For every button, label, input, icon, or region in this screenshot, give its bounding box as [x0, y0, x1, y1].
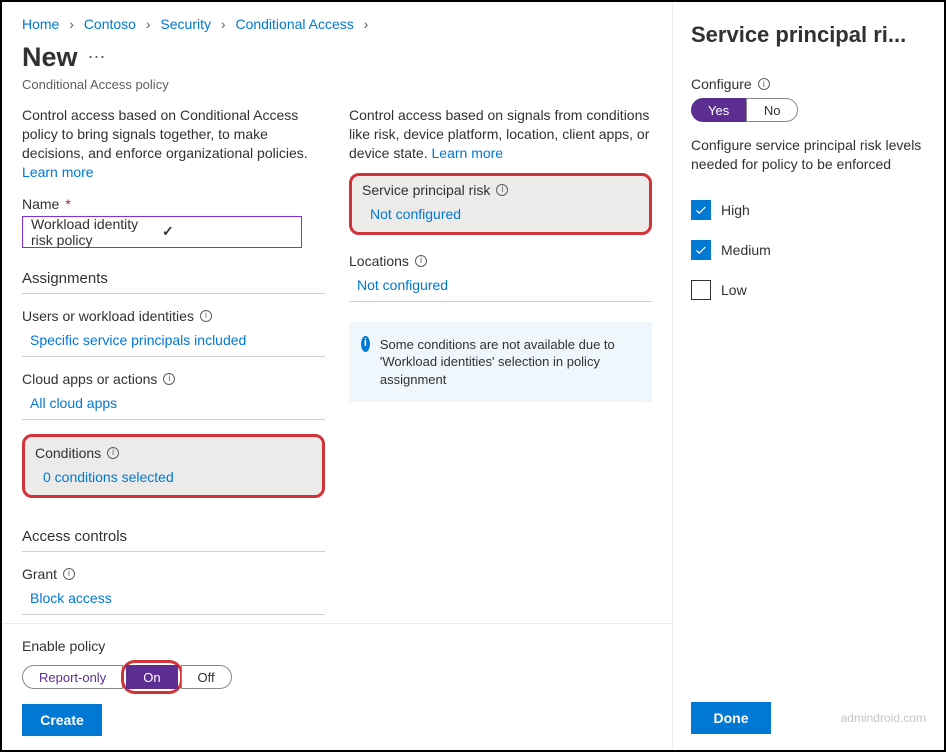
- info-icon: i: [361, 336, 370, 352]
- watermark: admindroid.com: [841, 711, 926, 725]
- conditions-info-bar: i Some conditions are not available due …: [349, 322, 652, 403]
- chevron-right-icon: ›: [358, 16, 375, 32]
- info-icon[interactable]: i: [758, 78, 770, 90]
- required-indicator: *: [65, 196, 70, 212]
- cloud-apps-value-link[interactable]: All cloud apps: [22, 395, 325, 411]
- users-value-link[interactable]: Specific service principals included: [22, 332, 325, 348]
- risk-low-checkbox[interactable]: Low: [691, 280, 926, 300]
- checkmark-icon: ✓: [162, 223, 293, 240]
- checkbox-icon: [691, 200, 711, 220]
- checkbox-icon: [691, 240, 711, 260]
- name-label: Name: [22, 196, 59, 212]
- access-controls-heading: Access controls: [22, 528, 325, 552]
- chevron-right-icon: ›: [63, 16, 80, 32]
- info-icon[interactable]: i: [63, 568, 75, 580]
- configure-no-option[interactable]: No: [746, 98, 798, 122]
- enable-report-only-option[interactable]: Report-only: [22, 665, 123, 689]
- info-icon[interactable]: i: [200, 310, 212, 322]
- page-title: New: [22, 42, 78, 73]
- risk-low-label: Low: [721, 282, 747, 298]
- conditions-label: Conditions: [35, 445, 101, 461]
- learn-more-link[interactable]: Learn more: [432, 145, 504, 161]
- policy-name-value: Workload identity risk policy: [31, 216, 162, 248]
- grant-label: Grant: [22, 566, 57, 582]
- create-button[interactable]: Create: [22, 704, 102, 736]
- breadcrumb-home[interactable]: Home: [22, 16, 59, 32]
- configure-label: Configure: [691, 76, 752, 92]
- checkbox-icon: [691, 280, 711, 300]
- breadcrumb: Home › Contoso › Security › Conditional …: [2, 2, 672, 38]
- chevron-right-icon: ›: [215, 16, 232, 32]
- enable-off-option[interactable]: Off: [181, 665, 232, 689]
- locations-label: Locations: [349, 253, 409, 269]
- policy-intro-text: Control access based on Conditional Acce…: [22, 107, 308, 161]
- info-icon[interactable]: i: [107, 447, 119, 459]
- policy-intro: Control access based on Conditional Acce…: [22, 106, 325, 182]
- info-icon[interactable]: i: [163, 373, 175, 385]
- risk-high-checkbox[interactable]: High: [691, 200, 926, 220]
- more-actions-icon[interactable]: ⋯: [88, 47, 108, 68]
- breadcrumb-security[interactable]: Security: [160, 16, 211, 32]
- sp-risk-callout: Service principal risk i Not configured: [349, 173, 652, 235]
- sp-risk-label: Service principal risk: [362, 182, 490, 198]
- configure-yes-option[interactable]: Yes: [691, 98, 746, 122]
- grant-value-link[interactable]: Block access: [22, 590, 325, 606]
- breadcrumb-contoso[interactable]: Contoso: [84, 16, 136, 32]
- enable-policy-label: Enable policy: [22, 638, 652, 654]
- risk-medium-checkbox[interactable]: Medium: [691, 240, 926, 260]
- assignments-heading: Assignments: [22, 270, 325, 294]
- conditions-info-text: Some conditions are not available due to…: [380, 336, 640, 389]
- conditions-value-link[interactable]: 0 conditions selected: [35, 469, 312, 485]
- info-icon[interactable]: i: [496, 184, 508, 196]
- cloud-apps-label: Cloud apps or actions: [22, 371, 157, 387]
- users-label: Users or workload identities: [22, 308, 194, 324]
- learn-more-link[interactable]: Learn more: [22, 164, 94, 180]
- conditions-callout: Conditions i 0 conditions selected: [22, 434, 325, 498]
- sp-risk-value-link[interactable]: Not configured: [362, 206, 639, 222]
- configure-description: Configure service principal risk levels …: [691, 136, 926, 174]
- panel-title: Service principal ri...: [691, 22, 926, 48]
- chevron-right-icon: ›: [140, 16, 157, 32]
- enable-on-callout: On: [121, 660, 182, 694]
- risk-high-label: High: [721, 202, 750, 218]
- info-icon[interactable]: i: [415, 255, 427, 267]
- conditions-intro: Control access based on signals from con…: [349, 106, 652, 163]
- done-button[interactable]: Done: [691, 702, 771, 734]
- risk-medium-label: Medium: [721, 242, 771, 258]
- policy-name-input[interactable]: Workload identity risk policy ✓: [22, 216, 302, 248]
- enable-on-option[interactable]: On: [126, 665, 177, 689]
- breadcrumb-conditional-access[interactable]: Conditional Access: [235, 16, 353, 32]
- page-subtitle: Conditional Access policy: [2, 75, 672, 102]
- locations-value-link[interactable]: Not configured: [349, 277, 652, 293]
